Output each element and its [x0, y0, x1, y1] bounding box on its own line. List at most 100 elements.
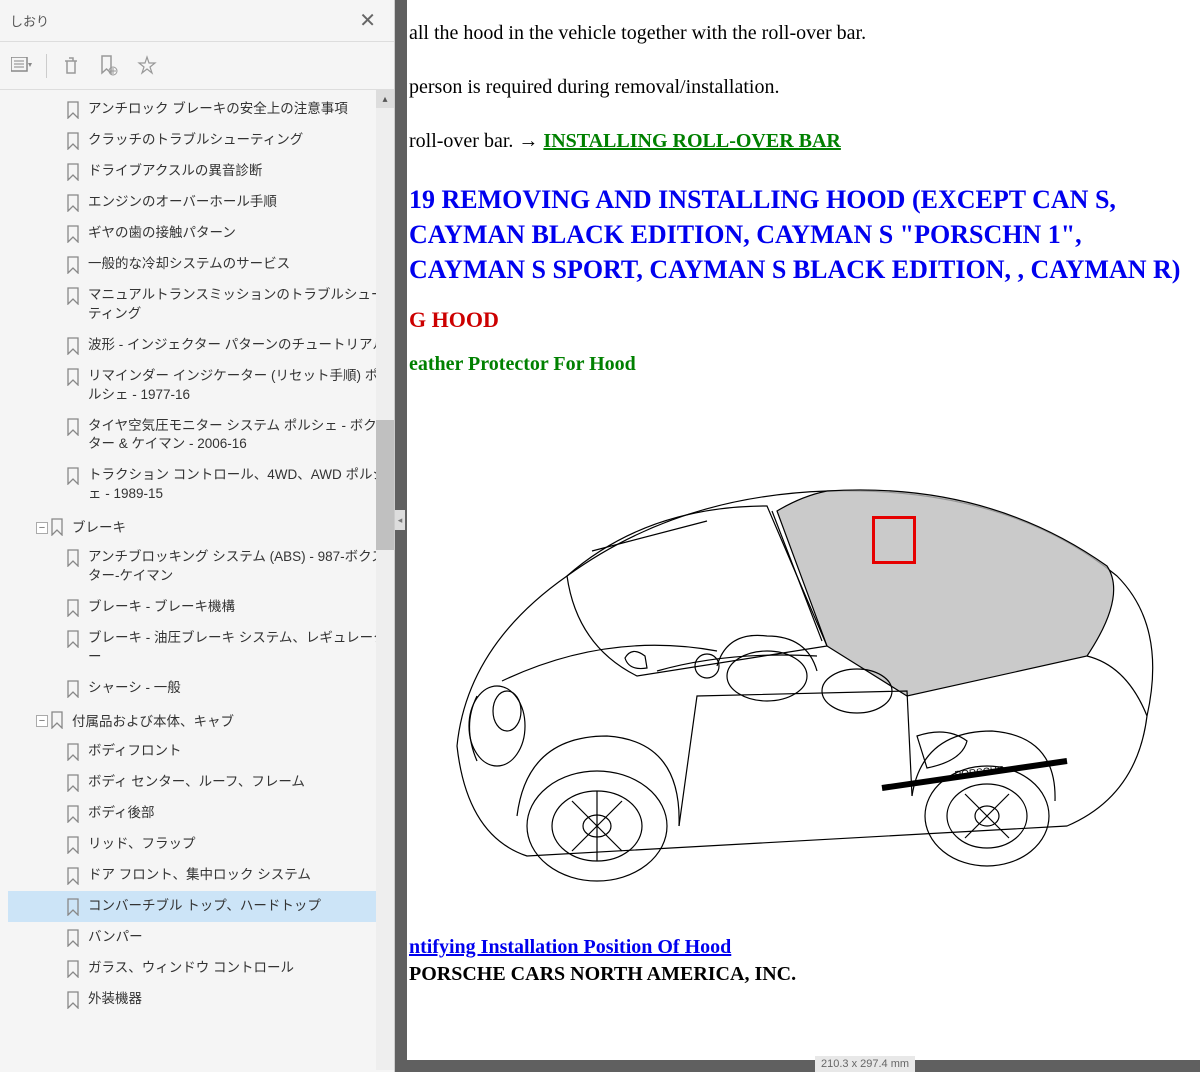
- bookmark-icon: [66, 867, 80, 885]
- bookmark-item[interactable]: 一般的な冷却システムのサービス: [8, 249, 394, 280]
- bookmark-label: バンパー: [88, 928, 143, 947]
- bookmark-label: クラッチのトラブルシューティング: [88, 131, 303, 150]
- svg-text:PORSCHE: PORSCHE: [954, 765, 1005, 781]
- pdf-page: all the hood in the vehicle together wit…: [407, 0, 1200, 1060]
- bookmark-item[interactable]: ガラス、ウィンドウ コントロール: [8, 953, 394, 984]
- bookmark-item[interactable]: マニュアルトランスミッションのトラブルシューティング: [8, 280, 394, 330]
- figure-callout-box: [872, 516, 916, 564]
- scroll-up-icon[interactable]: ▴: [376, 90, 394, 108]
- sidebar-header: しおり ✕: [0, 0, 394, 42]
- bookmark-item[interactable]: ギヤの歯の接触パターン: [8, 218, 394, 249]
- bookmark-folder[interactable]: −ブレーキ: [8, 510, 394, 542]
- bookmark-icon: [66, 898, 80, 916]
- sub-subsection-heading: eather Protector For Hood: [407, 353, 1200, 376]
- bookmark-item[interactable]: 外装機器: [8, 984, 394, 1015]
- sidebar-title: しおり: [10, 11, 49, 30]
- bookmark-item[interactable]: アンチブロッキング システム (ABS) - 987-ボクスター-ケイマン: [8, 542, 394, 592]
- bookmark-label: トラクション コントロール、4WD、AWD ポルシェ - 1989-15: [88, 466, 390, 504]
- page-dimensions: 210.3 x 297.4 mm: [815, 1056, 915, 1072]
- subsection-heading: G HOOD: [407, 307, 1200, 333]
- bookmark-item[interactable]: タイヤ空気圧モニター システム ポルシェ - ボクスター & ケイマン - 20…: [8, 411, 394, 461]
- bookmark-icon: [66, 287, 80, 305]
- toolbar-separator: [46, 54, 47, 78]
- pane-splitter-icon[interactable]: ◂: [395, 510, 405, 530]
- bookmarks-sidebar: しおり ✕ アンチロック ブレーキの安全上の注意事項クラッチのトラブルシューティ…: [0, 0, 395, 1072]
- bookmark-item[interactable]: クラッチのトラブルシューティング: [8, 125, 394, 156]
- bookmark-icon: [66, 599, 80, 617]
- bookmark-icon: [50, 711, 64, 729]
- bookmark-icon: [50, 518, 64, 536]
- bookmark-label: 一般的な冷却システムのサービス: [88, 255, 290, 274]
- bookmark-icon: [66, 225, 80, 243]
- bookmark-icon: [66, 836, 80, 854]
- document-viewport[interactable]: all the hood in the vehicle together wit…: [395, 0, 1200, 1072]
- bookmark-label: ブレーキ - 油圧ブレーキ システム、レギュレーター: [88, 629, 390, 667]
- bookmark-icon: [66, 132, 80, 150]
- bookmark-icon: [66, 368, 80, 386]
- bookmark-item[interactable]: ボディフロント: [8, 736, 394, 767]
- bookmark-label: ドライブアクスルの異音診断: [88, 162, 262, 181]
- bookmark-item[interactable]: ドライブアクスルの異音診断: [8, 156, 394, 187]
- bookmark-icon: [66, 194, 80, 212]
- cross-reference-link[interactable]: INSTALLING ROLL-OVER BAR: [543, 130, 840, 152]
- bookmark-icon: [66, 743, 80, 761]
- bookmark-folder[interactable]: − 付属品および本体、キャブ: [8, 704, 394, 736]
- body-text: all the hood in the vehicle together wit…: [407, 20, 1200, 46]
- bookmark-label: ボディフロント: [88, 742, 182, 761]
- sidebar-toolbar: [0, 42, 394, 90]
- bookmark-item[interactable]: ブレーキ - 油圧ブレーキ システム、レギュレーター: [8, 623, 394, 673]
- bookmark-item[interactable]: ボディ後部: [8, 798, 394, 829]
- bookmark-label: ガラス、ウィンドウ コントロール: [88, 959, 294, 978]
- bookmark-item[interactable]: バンパー: [8, 922, 394, 953]
- delete-icon[interactable]: [57, 52, 85, 80]
- bookmark-label: アンチロック ブレーキの安全上の注意事項: [88, 100, 348, 119]
- collapse-icon[interactable]: −: [36, 522, 48, 534]
- bookmark-label: ボディ後部: [88, 804, 155, 823]
- copyright-text: PORSCHE CARS NORTH AMERICA, INC.: [407, 963, 1200, 986]
- bookmark-icon: [66, 805, 80, 823]
- bookmark-item[interactable]: リッド、フラップ: [8, 829, 394, 860]
- bookmark-item[interactable]: ブレーキ - ブレーキ機構: [8, 592, 394, 623]
- bookmark-label: ギヤの歯の接触パターン: [88, 224, 236, 243]
- bookmark-label: マニュアルトランスミッションのトラブルシューティング: [88, 286, 390, 324]
- bookmark-label: 付属品および本体、キャブ: [72, 710, 234, 730]
- collapse-icon[interactable]: −: [36, 715, 48, 727]
- close-icon[interactable]: ✕: [351, 4, 384, 37]
- bookmark-tree[interactable]: アンチロック ブレーキの安全上の注意事項クラッチのトラブルシューティングドライブ…: [0, 90, 394, 1072]
- car-illustration: PORSCHE: [407, 396, 1187, 916]
- bookmark-icon: [66, 163, 80, 181]
- bookmark-item[interactable]: トラクション コントロール、4WD、AWD ポルシェ - 1989-15: [8, 460, 394, 510]
- new-bookmark-icon[interactable]: [95, 52, 123, 80]
- bookmark-icon: [66, 549, 80, 567]
- scrollbar-track[interactable]: ▴: [376, 90, 394, 1070]
- options-menu-icon[interactable]: [8, 52, 36, 80]
- bookmark-icon: [66, 256, 80, 274]
- bookmark-icon: [66, 774, 80, 792]
- bookmark-item[interactable]: リマインダー インジケーター (リセット手順) ポルシェ - 1977-16: [8, 361, 394, 411]
- bookmark-icon: [66, 337, 80, 355]
- bookmark-icon: [66, 630, 80, 648]
- bookmark-icon: [66, 929, 80, 947]
- bookmark-icon: [66, 991, 80, 1009]
- bookmark-item[interactable]: アンチロック ブレーキの安全上の注意事項: [8, 94, 394, 125]
- body-text: person is required during removal/instal…: [407, 74, 1200, 100]
- bookmark-label: ドア フロント、集中ロック システム: [88, 866, 311, 885]
- bookmark-icon: [66, 680, 80, 698]
- bookmark-label: アンチブロッキング システム (ABS) - 987-ボクスター-ケイマン: [88, 548, 390, 586]
- scrollbar-thumb[interactable]: [376, 420, 394, 550]
- bookmark-item[interactable]: ボディ センター、ルーフ、フレーム: [8, 767, 394, 798]
- figure: PORSCHE: [407, 396, 1187, 916]
- bookmark-item[interactable]: シャーシ - 一般: [8, 673, 394, 704]
- bookmark-item[interactable]: エンジンのオーバーホール手順: [8, 187, 394, 218]
- figure-caption: ntifying Installation Position Of Hood: [407, 936, 1200, 959]
- bookmark-label: エンジンのオーバーホール手順: [88, 193, 277, 212]
- bookmark-item[interactable]: コンバーチブル トップ、ハードトップ: [8, 891, 394, 922]
- body-text-prefix: roll-over bar. →: [409, 130, 543, 152]
- bookmark-item[interactable]: 波形 - インジェクター パターンのチュートリアル: [8, 330, 394, 361]
- bookmark-label: リマインダー インジケーター (リセット手順) ポルシェ - 1977-16: [88, 367, 390, 405]
- bookmark-icon: [66, 101, 80, 119]
- bookmark-label: タイヤ空気圧モニター システム ポルシェ - ボクスター & ケイマン - 20…: [88, 417, 390, 455]
- expand-bookmark-icon[interactable]: [133, 52, 161, 80]
- bookmark-item[interactable]: ドア フロント、集中ロック システム: [8, 860, 394, 891]
- bookmark-icon: [66, 960, 80, 978]
